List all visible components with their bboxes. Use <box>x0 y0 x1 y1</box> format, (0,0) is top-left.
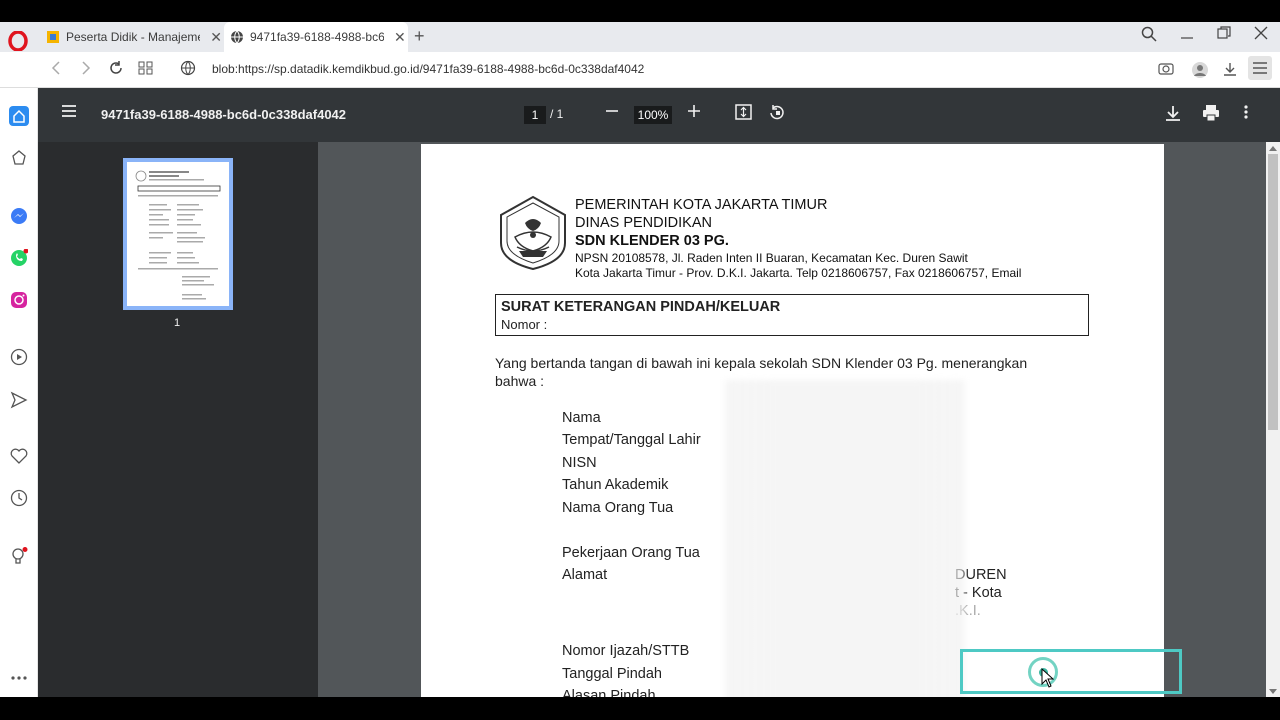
video-bottom-border <box>0 697 1280 720</box>
tab-peserta-didik[interactable]: Peserta Didik - Manajemen ✕ <box>40 22 222 52</box>
datadik-favicon-icon <box>46 30 60 44</box>
intro-paragraph-line-2: bahwa : <box>495 373 545 389</box>
field-label-nisn: NISN <box>562 455 597 471</box>
profile-avatar-icon[interactable] <box>1191 61 1209 82</box>
downloads-icon[interactable] <box>1222 61 1238 80</box>
letter-number-label: Nomor : <box>501 317 548 332</box>
url-field[interactable]: blob:https://sp.datadik.kemdikbud.go.id/… <box>212 62 644 76</box>
whatsapp-icon[interactable] <box>9 248 29 268</box>
intro-paragraph-line-1: Yang bertanda tangan di bawah ini kepala… <box>495 355 1028 371</box>
bookmarks-heart-icon[interactable] <box>9 446 29 466</box>
print-icon[interactable] <box>1202 104 1220 127</box>
messenger-icon[interactable] <box>9 206 29 226</box>
back-icon[interactable] <box>50 60 62 80</box>
scroll-down-arrow-icon[interactable] <box>1269 688 1277 697</box>
field-label-tanggal-pindah: Tanggal Pindah <box>562 666 662 682</box>
page-total: / 1 <box>550 107 564 121</box>
minimize-icon[interactable] <box>1180 26 1194 44</box>
pdf-title: 9471fa39-6188-4988-bc6d-0c338daf4042 <box>101 107 347 122</box>
letter-title: SURAT KETERANGAN PINDAH/KELUAR <box>501 299 781 315</box>
field-label-nama: Nama <box>562 410 601 426</box>
page-thumbnail[interactable] <box>123 158 233 310</box>
close-icon[interactable]: ✕ <box>394 29 406 46</box>
fit-to-page-icon[interactable] <box>735 104 752 125</box>
scroll-up-arrow-icon[interactable] <box>1269 144 1277 153</box>
reload-icon[interactable] <box>108 60 124 80</box>
redaction-blur-overlay <box>725 380 965 720</box>
header-line-4: NPSN 20108578, Jl. Raden Inten II Buaran… <box>575 251 968 265</box>
snapshot-camera-icon[interactable] <box>1158 61 1174 78</box>
page-number-input[interactable]: 1 <box>524 106 546 124</box>
easy-setup-menu-icon[interactable] <box>1248 56 1272 80</box>
header-school-name: SDN KLENDER 03 PG. <box>575 233 729 249</box>
scrollbar-thumb[interactable] <box>1268 154 1278 430</box>
header-line-2: DINAS PENDIDIKAN <box>575 215 712 231</box>
new-tab-button[interactable]: + <box>414 26 425 47</box>
zoom-out-icon[interactable] <box>605 104 619 123</box>
field-label-alamat: Alamat <box>562 567 608 583</box>
globe-icon <box>230 30 244 44</box>
search-tabs-icon[interactable] <box>1141 26 1157 46</box>
tab-label: Peserta Didik - Manajemen <box>66 30 201 44</box>
zoom-level-input[interactable]: 100% <box>634 106 672 124</box>
player-icon[interactable] <box>9 347 29 367</box>
history-clock-icon[interactable] <box>9 488 29 508</box>
field-label-ttl: Tempat/Tanggal Lahir <box>562 432 701 448</box>
download-icon[interactable] <box>1164 104 1182 127</box>
tips-lightbulb-icon[interactable] <box>9 546 29 566</box>
site-info-globe-icon[interactable] <box>180 60 196 80</box>
instagram-icon[interactable] <box>9 290 29 310</box>
mouse-cursor-icon <box>1041 667 1055 693</box>
field-label-nomor-ijazah: Nomor Ijazah/STTB <box>562 643 690 659</box>
close-window-icon[interactable] <box>1254 26 1268 44</box>
opera-logo-icon[interactable] <box>8 30 28 53</box>
field-label-nama-orang-tua: Nama Orang Tua <box>562 500 674 516</box>
tab-pdf-blob[interactable]: 9471fa39-6188-4988-bc6d ✕ <box>224 22 408 52</box>
rotate-icon[interactable] <box>769 104 786 126</box>
field-label-pekerjaan-orang-tua: Pekerjaan Orang Tua <box>562 545 700 561</box>
tab-label: 9471fa39-6188-4988-bc6d <box>250 30 384 44</box>
menu-hamburger-icon[interactable] <box>61 104 77 123</box>
zoom-in-icon[interactable] <box>687 104 701 123</box>
home-icon[interactable] <box>9 106 29 126</box>
header-line-1: PEMERINTAH KOTA JAKARTA TIMUR <box>575 197 828 213</box>
pinboard-icon[interactable] <box>9 148 29 168</box>
field-label-tahun-akademik: Tahun Akademik <box>562 477 669 493</box>
restore-icon[interactable] <box>1217 26 1231 44</box>
more-options-icon[interactable] <box>1243 104 1249 125</box>
header-line-5: Kota Jakarta Timur - Prov. D.K.I. Jakart… <box>575 266 1022 280</box>
send-flow-icon[interactable] <box>9 390 29 410</box>
speed-dial-icon[interactable] <box>138 60 154 80</box>
thumbnail-page-label: 1 <box>174 317 181 329</box>
more-sidebar-icon[interactable] <box>9 668 29 688</box>
forward-icon[interactable] <box>80 60 92 80</box>
close-icon[interactable]: ✕ <box>210 29 222 46</box>
video-top-border <box>0 0 1280 22</box>
click-highlight-box <box>960 649 1182 694</box>
tut-wuri-handayani-logo <box>495 195 571 271</box>
